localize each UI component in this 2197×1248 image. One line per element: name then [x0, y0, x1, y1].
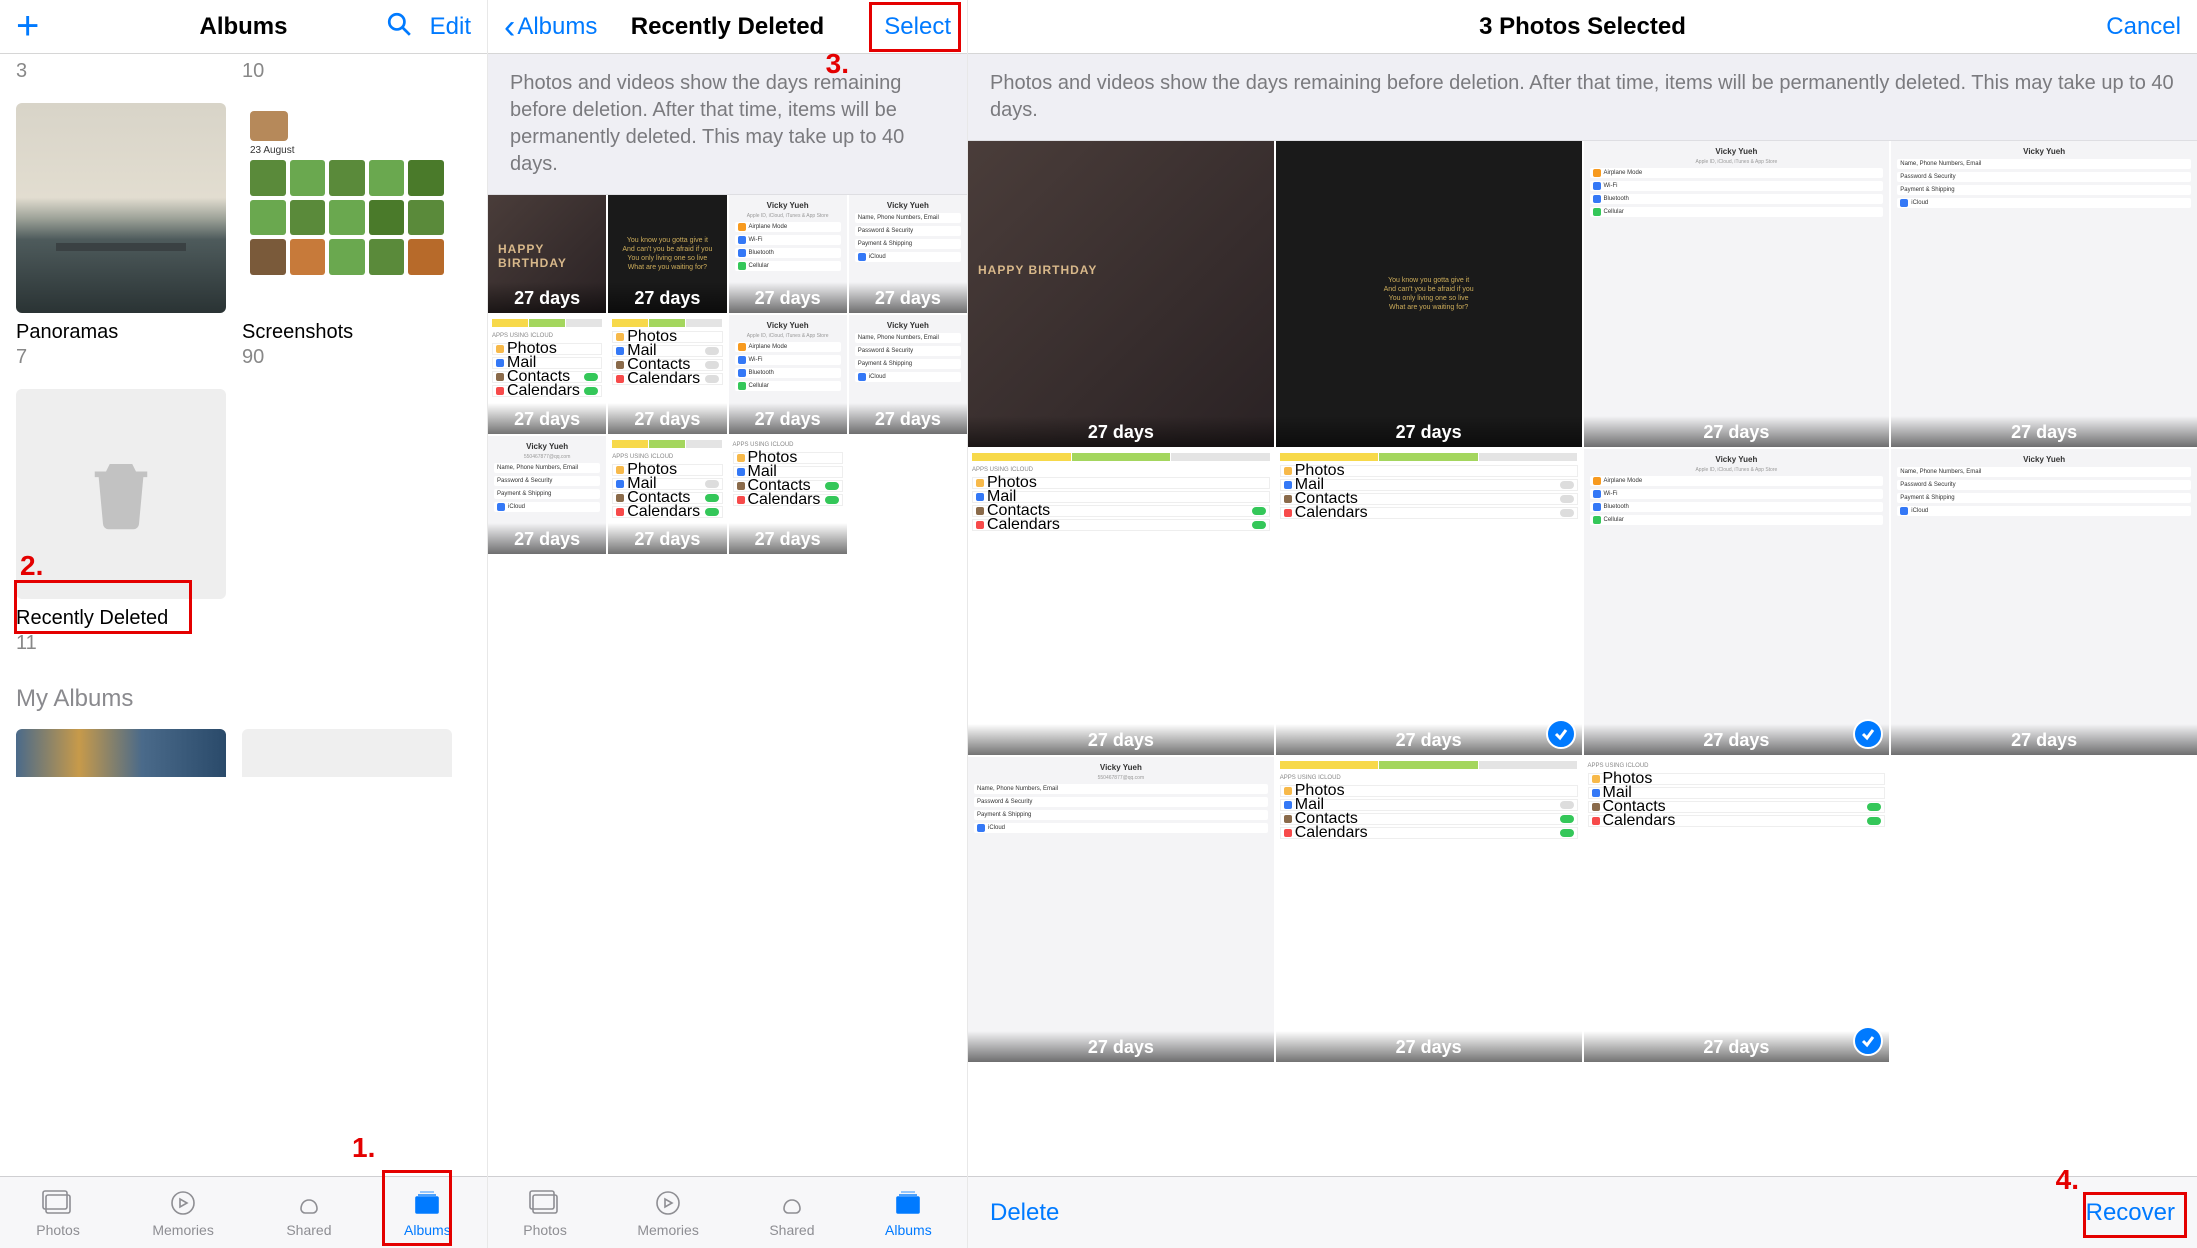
album-truncated-2: 10	[242, 58, 452, 83]
tab-memories[interactable]: Memories	[152, 1188, 213, 1238]
deleted-photo[interactable]: Vicky YuehApple ID, iCloud, iTunes & App…	[729, 315, 847, 433]
nav-bar: 3 Photos Selected Cancel	[968, 0, 2197, 54]
toolbar: Delete Recover	[968, 1176, 2197, 1248]
album-name: Screenshots	[242, 321, 452, 344]
album-count: 90	[242, 346, 452, 369]
tab-albums[interactable]: Albums	[885, 1188, 932, 1238]
deleted-photo[interactable]: Vicky Yueh550467877@qq.comName, Phone Nu…	[488, 436, 606, 554]
deleted-photo[interactable]: Vicky YuehApple ID, iCloud, iTunes & App…	[729, 195, 847, 313]
tab-photos[interactable]: Photos	[36, 1188, 80, 1238]
page-title: 3 Photos Selected	[1104, 13, 2061, 41]
album-user[interactable]	[16, 729, 226, 777]
description-text: Photos and videos show the days remainin…	[488, 54, 967, 195]
deleted-photo[interactable]: Vicky YuehName, Phone Numbers, EmailPass…	[849, 195, 967, 313]
trash-icon	[16, 389, 226, 599]
deleted-photo[interactable]: APPS USING ICLOUDPhotosMailContactsCalen…	[488, 315, 606, 433]
add-album-button[interactable]: +	[16, 4, 39, 49]
select-button[interactable]: Select	[884, 13, 951, 41]
callout-2: 2.	[20, 550, 43, 582]
album-count: 11	[16, 632, 226, 655]
deleted-photos-grid: 27 days You know you gotta give itAnd ca…	[488, 195, 967, 554]
deleted-photo[interactable]: Vicky YuehApple ID, iCloud, iTunes & App…	[1584, 141, 1890, 447]
album-panoramas[interactable]: Panoramas 7	[16, 103, 226, 369]
description-text: Photos and videos show the days remainin…	[968, 54, 2197, 141]
deleted-photo[interactable]: Vicky YuehName, Phone Numbers, EmailPass…	[849, 315, 967, 433]
album-recently-deleted[interactable]: Recently Deleted 11	[16, 389, 226, 655]
tab-bar: Photos Memories Shared Albums	[0, 1176, 487, 1248]
tab-bar: Photos Memories Shared Albums	[488, 1176, 967, 1248]
section-header-my-albums: My Albums	[16, 685, 471, 713]
callout-1: 1.	[352, 1132, 375, 1164]
deleted-photo[interactable]: Vicky YuehName, Phone Numbers, EmailPass…	[1891, 141, 2197, 447]
screenshots-thumbnail: 23 August	[242, 103, 452, 313]
album-name: Recently Deleted	[16, 607, 226, 630]
deleted-photo[interactable]: Vicky YuehName, Phone Numbers, EmailPass…	[1891, 449, 2197, 755]
tab-shared[interactable]: Shared	[769, 1188, 814, 1238]
tab-photos[interactable]: Photos	[523, 1188, 567, 1238]
search-icon[interactable]	[386, 11, 412, 42]
tab-memories[interactable]: Memories	[637, 1188, 698, 1238]
page-title: Recently Deleted	[624, 13, 831, 41]
deleted-photo[interactable]: Vicky Yueh550467877@qq.comName, Phone Nu…	[968, 757, 1274, 1063]
deleted-photo[interactable]: APPS USING ICLOUDPhotosMailContactsCalen…	[968, 449, 1274, 755]
checkmark-icon	[1853, 719, 1883, 749]
panoramas-thumbnail	[16, 103, 226, 313]
checkmark-icon	[1546, 719, 1576, 749]
album-count: 7	[16, 346, 226, 369]
deleted-photo-selected[interactable]: APPS USING ICLOUDPhotosMailContactsCalen…	[1584, 757, 1890, 1063]
edit-button[interactable]: Edit	[430, 13, 471, 41]
deleted-photo[interactable]: 27 days	[968, 141, 1274, 447]
user-album-thumbnail	[16, 729, 226, 777]
deleted-photo[interactable]: APPS USING ICLOUDPhotosMailContactsCalen…	[729, 436, 847, 554]
page-title: Albums	[136, 13, 351, 41]
deleted-photo[interactable]: PhotosMailContactsCalendars27 days	[608, 315, 726, 433]
deleted-photo[interactable]: You know you gotta give itAnd can't you …	[1276, 141, 1582, 447]
callout-3: 3.	[826, 48, 849, 80]
cancel-button[interactable]: Cancel	[2106, 13, 2181, 41]
nav-bar: ‹Albums Recently Deleted Select	[488, 0, 967, 54]
callout-4: 4.	[2056, 1164, 2079, 1196]
deleted-photo[interactable]: 27 days	[488, 195, 606, 313]
delete-button[interactable]: Delete	[990, 1199, 1059, 1227]
tab-shared[interactable]: Shared	[286, 1188, 331, 1238]
album-name: Panoramas	[16, 321, 226, 344]
deleted-photos-grid: 27 days You know you gotta give itAnd ca…	[968, 141, 2197, 1062]
deleted-photo-selected[interactable]: PhotosMailContactsCalendars27 days	[1276, 449, 1582, 755]
deleted-photo-selected[interactable]: Vicky YuehApple ID, iCloud, iTunes & App…	[1584, 449, 1890, 755]
deleted-photo[interactable]: APPS USING ICLOUDPhotosMailContactsCalen…	[1276, 757, 1582, 1063]
album-user-2[interactable]	[242, 729, 452, 777]
albums-content: 3 10 Panoramas 7 23 August Sc	[0, 54, 487, 1176]
back-button[interactable]: ‹Albums	[504, 10, 597, 44]
album-screenshots[interactable]: 23 August Screenshots 90	[242, 103, 452, 369]
chevron-left-icon: ‹	[504, 10, 515, 44]
user-album-thumbnail-2	[242, 729, 452, 777]
tab-albums[interactable]: Albums	[404, 1188, 451, 1238]
deleted-photo[interactable]: You know you gotta give itAnd can't you …	[608, 195, 726, 313]
recover-button[interactable]: Recover	[2086, 1199, 2175, 1227]
deleted-photo[interactable]: APPS USING ICLOUDPhotosMailContactsCalen…	[608, 436, 726, 554]
album-truncated-1: 3	[16, 58, 226, 83]
nav-bar: + Albums Edit	[0, 0, 487, 54]
